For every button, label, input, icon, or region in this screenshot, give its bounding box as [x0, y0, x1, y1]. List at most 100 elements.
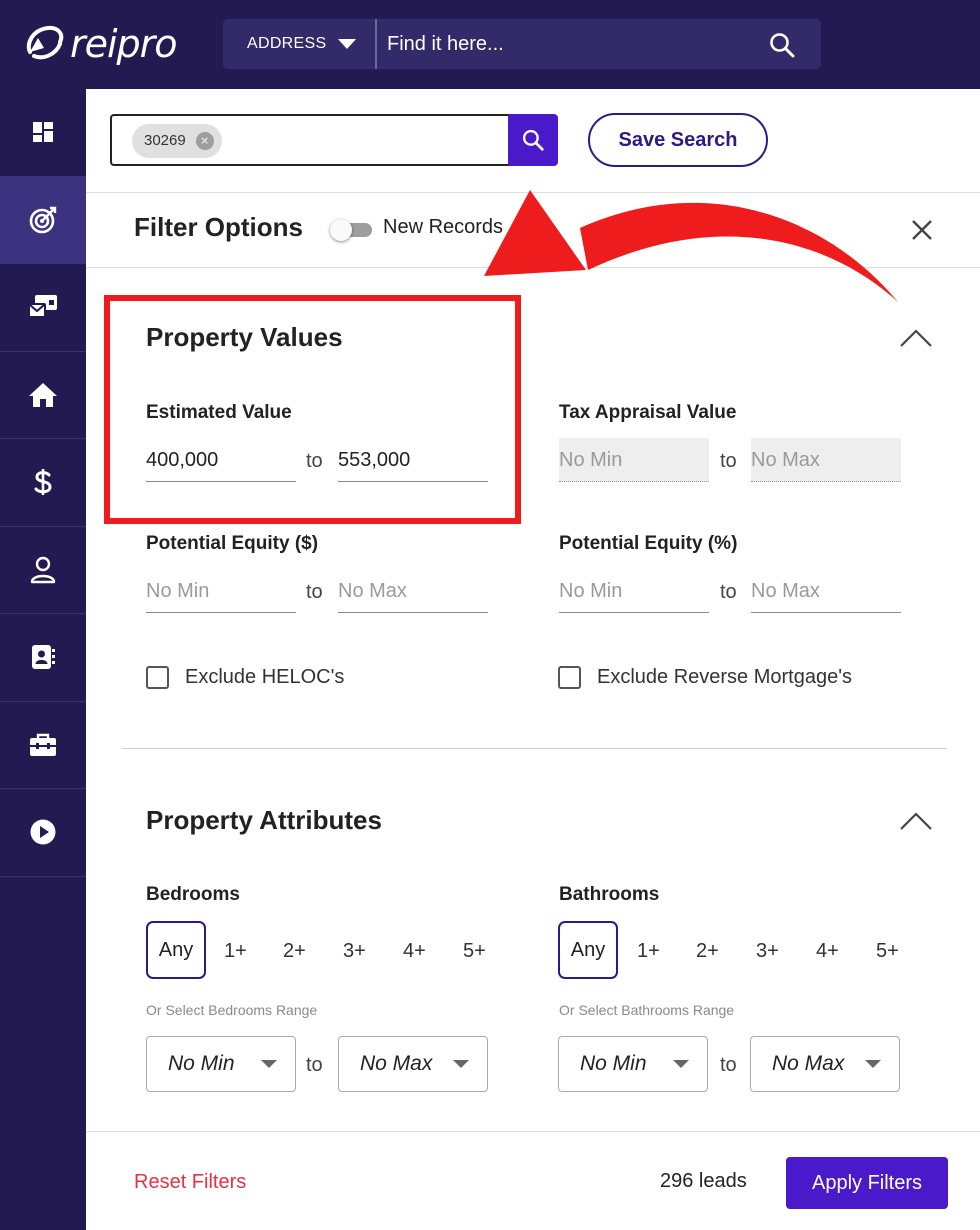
range-separator: to	[720, 450, 737, 472]
bedrooms-option-2[interactable]: 2+	[283, 940, 306, 963]
contacts-icon	[32, 645, 55, 670]
sidebar-item-dashboard[interactable]	[0, 89, 86, 177]
target-icon	[29, 206, 57, 234]
property-values-title: Property Values	[146, 322, 343, 352]
tax-appraisal-min-input[interactable]: No Min	[559, 438, 709, 482]
equity-percent-max-input[interactable]: No Max	[751, 569, 901, 613]
play-icon	[30, 819, 56, 845]
location-search-input[interactable]: 30269 ×	[110, 114, 510, 166]
equity-dollar-max-input[interactable]: No Max	[338, 569, 488, 613]
search-divider	[375, 19, 377, 69]
filter-options-title: Filter Options	[134, 212, 303, 242]
reipro-logo[interactable]: reipro	[22, 22, 178, 66]
bathrooms-max-select[interactable]: No Max	[750, 1036, 900, 1092]
sidebar-item-properties[interactable]	[0, 352, 86, 439]
sidebar-item-profile[interactable]	[0, 527, 86, 614]
bathrooms-option-1[interactable]: 1+	[637, 940, 660, 963]
bedrooms-option-1[interactable]: 1+	[224, 940, 247, 963]
bathrooms-option-any[interactable]: Any	[558, 921, 618, 979]
logo-text: reipro	[70, 22, 178, 66]
search-type-dropdown[interactable]: ADDRESS	[223, 19, 375, 69]
caret-down-icon	[673, 1060, 689, 1068]
bathrooms-option-5[interactable]: 5+	[876, 940, 899, 963]
caret-down-icon	[453, 1060, 469, 1068]
range-separator: to	[306, 450, 323, 472]
estimated-value-min-input[interactable]: 400,000	[146, 438, 296, 482]
divider	[86, 192, 980, 193]
bathrooms-option-2[interactable]: 2+	[696, 940, 719, 963]
sidebar-item-contacts[interactable]	[0, 614, 86, 702]
search-type-label: ADDRESS	[247, 35, 327, 52]
bathrooms-option-3[interactable]: 3+	[756, 940, 779, 963]
divider	[86, 267, 980, 268]
sidebar-item-tutorials[interactable]	[0, 789, 86, 877]
bathrooms-range-hint: Or Select Bathrooms Range	[559, 1002, 735, 1018]
bedrooms-option-4[interactable]: 4+	[403, 940, 426, 963]
bedrooms-option-5[interactable]: 5+	[463, 940, 486, 963]
bedrooms-max-select[interactable]: No Max	[338, 1036, 488, 1092]
caret-down-icon	[261, 1060, 277, 1068]
equity-percent-min-input[interactable]: No Min	[559, 569, 709, 613]
global-search-input[interactable]: Find it here...	[387, 19, 504, 69]
bathrooms-min-value: No Min	[580, 1052, 647, 1075]
range-separator: to	[306, 581, 323, 603]
top-bar: reipro ADDRESS Find it here...	[0, 0, 980, 89]
bedrooms-option-any[interactable]: Any	[146, 921, 206, 979]
zip-chip-label: 30269	[144, 132, 186, 149]
new-records-toggle[interactable]	[330, 219, 372, 241]
bathrooms-option-4[interactable]: 4+	[816, 940, 839, 963]
apply-filters-button[interactable]: Apply Filters	[786, 1157, 948, 1209]
property-attributes-title: Property Attributes	[146, 805, 382, 835]
estimated-value-max-input[interactable]: 553,000	[338, 438, 488, 482]
reset-filters-button[interactable]: Reset Filters	[134, 1171, 246, 1194]
bathrooms-max-value: No Max	[772, 1052, 845, 1075]
search-icon[interactable]	[769, 32, 795, 58]
caret-down-icon	[338, 39, 357, 49]
bathrooms-min-select[interactable]: No Min	[558, 1036, 708, 1092]
toolbox-icon	[30, 733, 56, 756]
new-records-label: New Records	[383, 216, 504, 238]
exclude-heloc-label: Exclude HELOC's	[185, 666, 345, 688]
tax-appraisal-label: Tax Appraisal Value	[559, 402, 737, 423]
range-separator: to	[306, 1054, 323, 1076]
location-search-button[interactable]	[508, 114, 558, 166]
sidebar-item-campaigns[interactable]	[0, 264, 86, 352]
annotation-arrow-icon	[484, 190, 898, 302]
section-divider	[122, 748, 947, 749]
equity-dollar-min-input[interactable]: No Min	[146, 569, 296, 613]
equity-dollar-label: Potential Equity ($)	[146, 533, 319, 554]
save-search-button[interactable]: Save Search	[588, 113, 768, 167]
exclude-reverse-mortgage-checkbox[interactable]	[558, 666, 581, 689]
chevron-up-icon[interactable]	[899, 328, 933, 348]
exclude-reverse-mortgage-label: Exclude Reverse Mortgage's	[597, 666, 853, 688]
equity-percent-label: Potential Equity (%)	[559, 533, 738, 554]
bathrooms-label: Bathrooms	[559, 884, 660, 905]
remove-chip-icon[interactable]: ×	[195, 132, 214, 150]
sidebar-item-targeting[interactable]	[0, 176, 86, 264]
range-separator: to	[720, 1054, 737, 1076]
reipro-logo-icon	[26, 25, 64, 60]
search-icon	[522, 129, 544, 151]
tax-appraisal-max-input[interactable]: No Max	[751, 438, 901, 482]
chevron-up-icon[interactable]	[899, 811, 933, 831]
range-separator: to	[720, 581, 737, 603]
mail-campaign-icon	[28, 295, 57, 319]
sidebar-nav	[0, 89, 86, 1230]
leads-count: 296 leads	[660, 1170, 747, 1192]
home-icon	[29, 382, 57, 407]
dashboard-icon	[33, 122, 53, 143]
exclude-heloc-checkbox[interactable]	[146, 666, 169, 689]
bedrooms-max-value: No Max	[360, 1052, 433, 1075]
caret-down-icon	[865, 1060, 881, 1068]
global-search: ADDRESS Find it here...	[223, 19, 821, 69]
user-icon	[30, 556, 56, 583]
close-icon[interactable]	[908, 216, 936, 244]
bedrooms-option-3[interactable]: 3+	[343, 940, 366, 963]
bedrooms-min-value: No Min	[168, 1052, 235, 1075]
toggle-knob	[330, 219, 352, 241]
bedrooms-min-select[interactable]: No Min	[146, 1036, 296, 1092]
zip-chip[interactable]: 30269 ×	[132, 124, 222, 158]
estimated-value-label: Estimated Value	[146, 402, 292, 423]
sidebar-item-tools[interactable]	[0, 702, 86, 789]
sidebar-item-finance[interactable]	[0, 439, 86, 527]
